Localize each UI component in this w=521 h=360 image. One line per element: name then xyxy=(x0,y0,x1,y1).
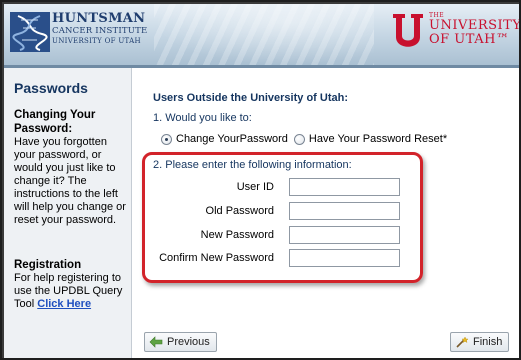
step-2-label: 2. Please enter the following informatio… xyxy=(153,159,352,171)
step-1-label: 1. Would you like to: xyxy=(153,112,252,124)
user-id-input[interactable] xyxy=(289,178,400,196)
reset-password-option-label[interactable]: Have Your Password Reset* xyxy=(309,133,447,145)
huntsman-logo: HUNTSMAN CANCER INSTITUTE UNIVERSITY OF … xyxy=(10,12,170,52)
header-banner: HUNTSMAN CANCER INSTITUTE UNIVERSITY OF … xyxy=(4,4,519,65)
uou-of-utah: OF UTAH™ xyxy=(429,32,510,47)
password-wizard-window: HUNTSMAN CANCER INSTITUTE UNIVERSITY OF … xyxy=(4,4,519,358)
registration-heading: Registration xyxy=(14,259,82,271)
block-u-logo-icon xyxy=(391,12,425,52)
dna-banner-background xyxy=(154,4,374,65)
change-password-option-label[interactable]: Change YourPassword xyxy=(176,133,288,145)
finish-button-label: Finish xyxy=(473,336,503,348)
back-arrow-icon xyxy=(149,336,163,348)
university-of-utah-logo: THE UNIVERSITY OF UTAH™ xyxy=(391,10,519,58)
reset-password-radio[interactable] xyxy=(293,133,305,145)
window-frame: HUNTSMAN CANCER INSTITUTE UNIVERSITY OF … xyxy=(0,0,521,360)
hci-name: HUNTSMAN xyxy=(52,11,146,26)
old-password-label: Old Password xyxy=(205,205,274,217)
changing-password-heading: Changing Your Password: xyxy=(14,109,96,135)
confirm-password-input[interactable] xyxy=(289,249,400,267)
finish-button[interactable]: Finish xyxy=(450,332,510,352)
registration-click-here-link[interactable]: Click Here xyxy=(37,298,91,310)
form-title: Users Outside the University of Utah: xyxy=(153,92,348,104)
confirm-password-label: Confirm New Password xyxy=(159,252,274,264)
password-form-panel: Users Outside the University of Utah: 1.… xyxy=(133,68,519,358)
action-radio-group: Change YourPassword Have Your Password R… xyxy=(161,132,447,146)
hci-affiliation: UNIVERSITY OF UTAH xyxy=(52,37,141,45)
finish-wand-icon xyxy=(455,336,469,348)
hci-dna-logo-icon xyxy=(10,12,50,52)
sidebar-title: Passwords xyxy=(14,80,88,96)
old-password-input[interactable] xyxy=(289,202,400,220)
user-id-label: User ID xyxy=(236,181,274,193)
help-sidebar: Passwords Changing Your Password: Have y… xyxy=(4,68,132,358)
changing-password-help-text: Have you forgotten your password, or wou… xyxy=(14,136,126,226)
new-password-input[interactable] xyxy=(289,226,400,244)
registration-help-text: For help registering to use the UPDBL Qu… xyxy=(14,272,130,311)
new-password-label: New Password xyxy=(200,229,274,241)
uou-university: UNIVERSITY xyxy=(429,18,519,33)
previous-button-label: Previous xyxy=(167,336,210,348)
previous-button[interactable]: Previous xyxy=(144,332,217,352)
hci-subtitle: CANCER INSTITUTE xyxy=(52,26,148,36)
change-password-radio[interactable] xyxy=(161,133,172,145)
